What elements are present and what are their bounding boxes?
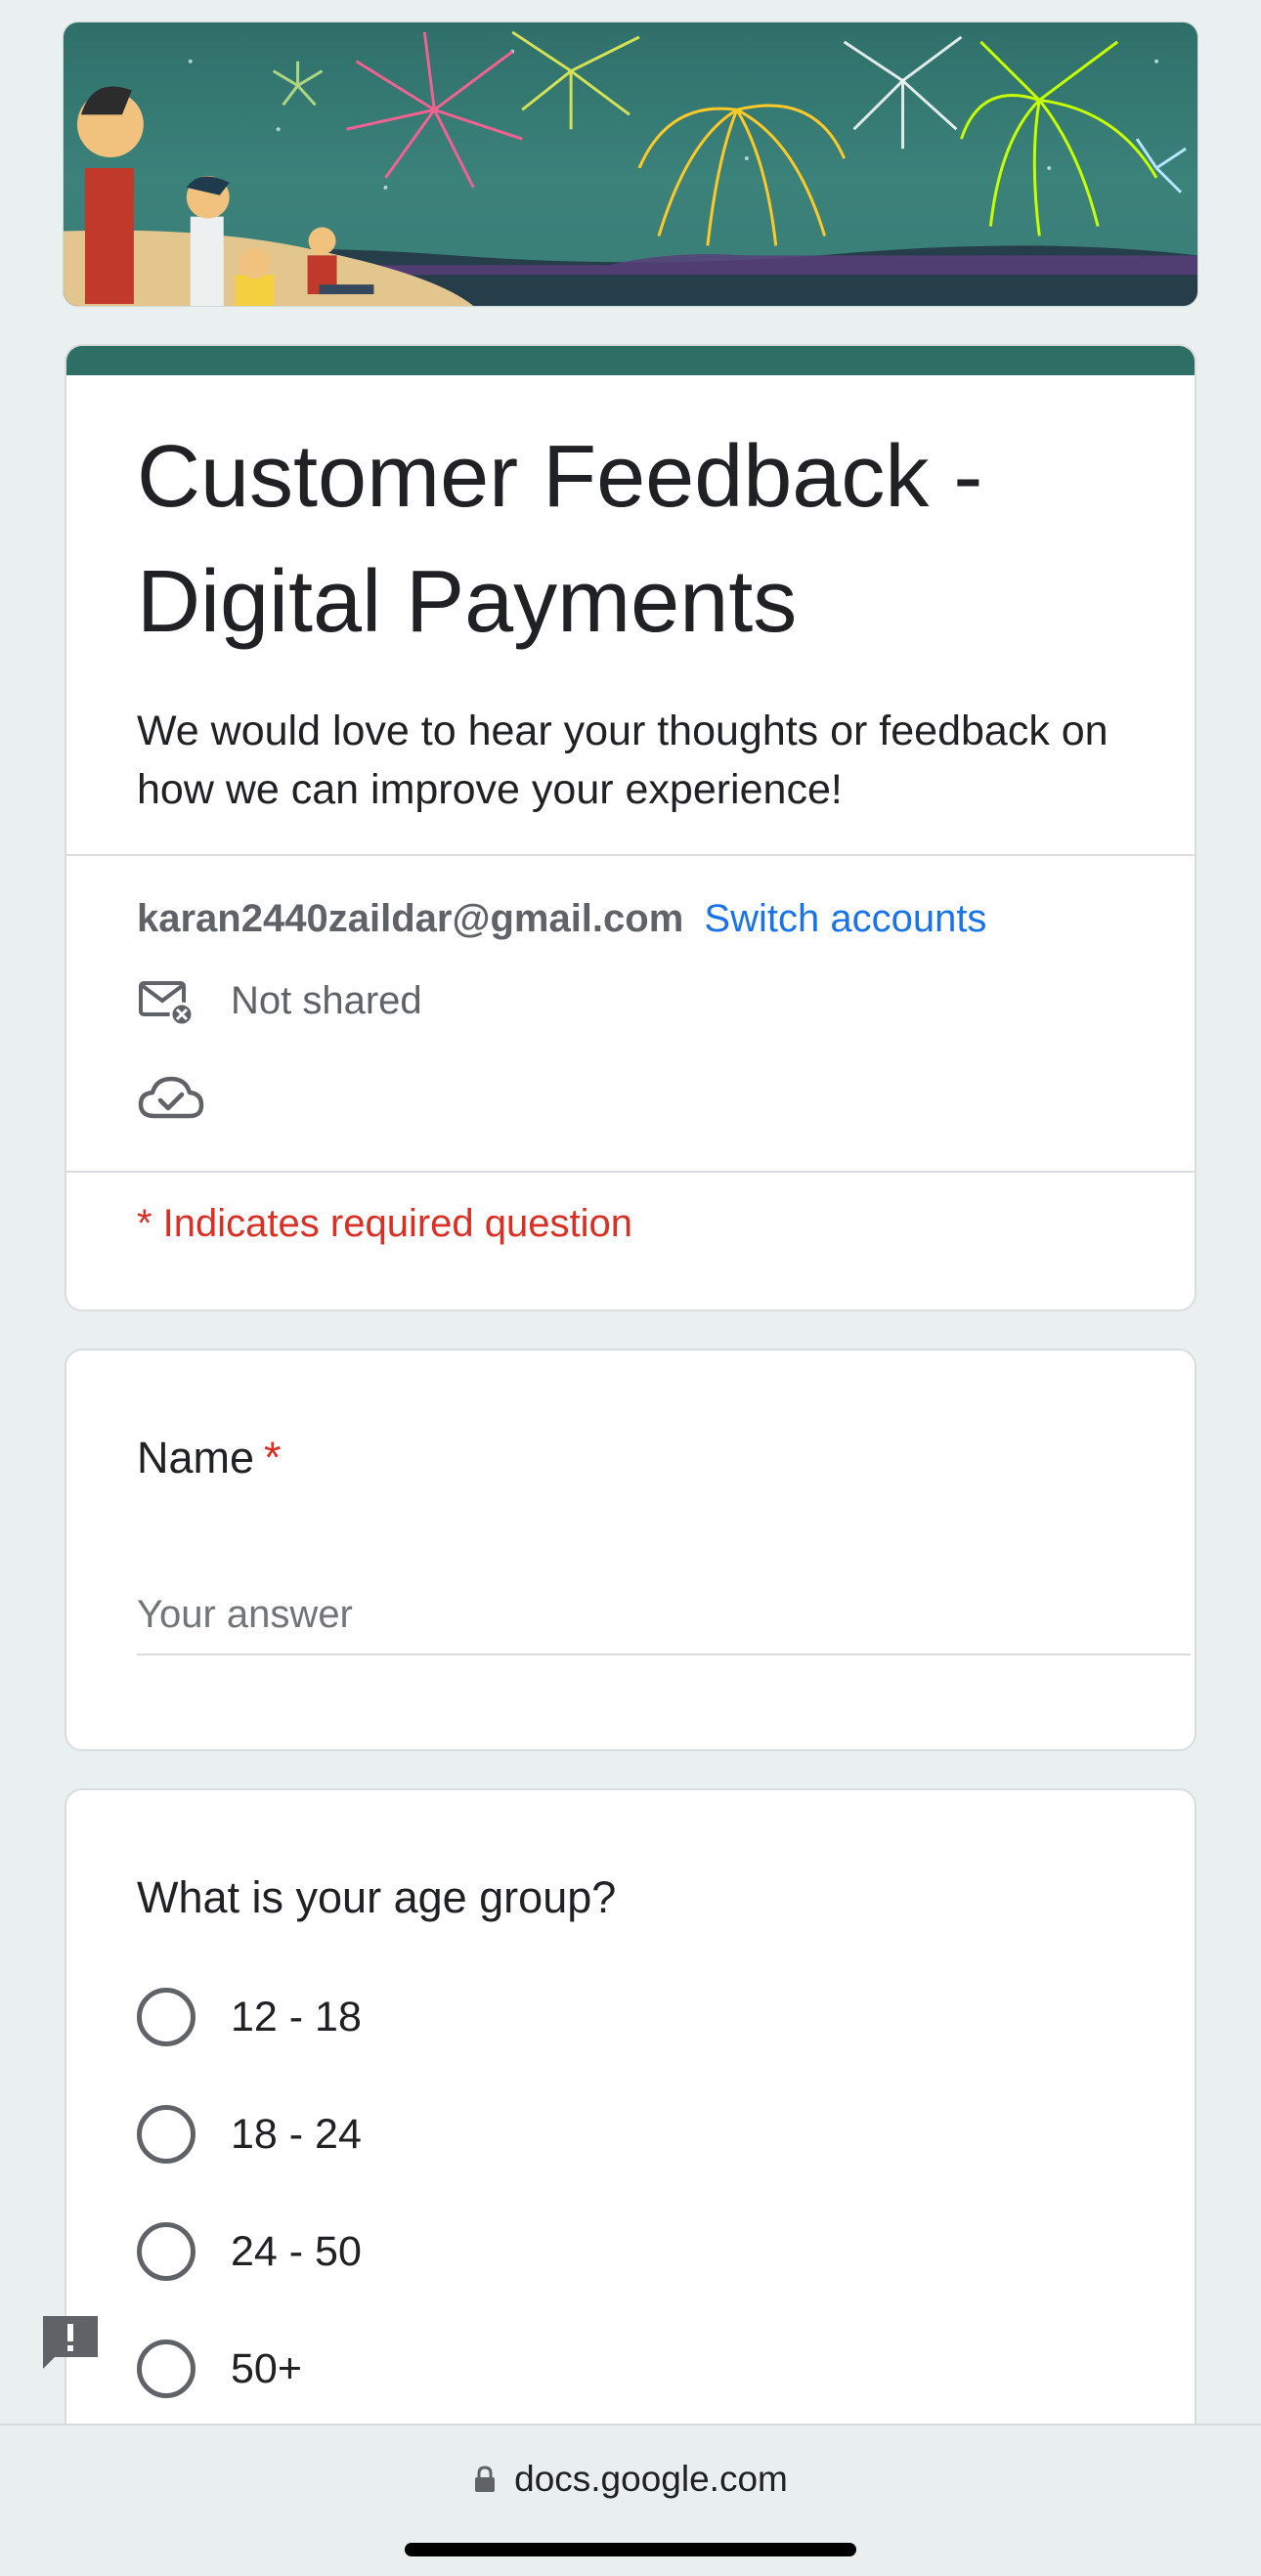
- radio-button[interactable]: [137, 2105, 196, 2164]
- question-title: What is your age group?: [137, 1872, 617, 1922]
- option-label: 50+: [231, 2344, 302, 2392]
- browser-address-bar[interactable]: docs.google.com: [0, 2424, 1261, 2576]
- lock-icon: [475, 2466, 496, 2492]
- header-banner-image: [63, 21, 1198, 307]
- account-info: karan2440zaildar@gmail.com Switch accoun…: [137, 893, 986, 944]
- form-page: Customer Feedback - Digital Payments We …: [0, 0, 1261, 2576]
- switch-accounts-link[interactable]: Switch accounts: [704, 897, 986, 940]
- radio-option[interactable]: 24 - 50: [137, 2220, 362, 2283]
- radio-option[interactable]: 50+: [137, 2338, 302, 2400]
- required-question-note: * Indicates required question: [137, 1202, 632, 1245]
- report-feedback-icon[interactable]: [39, 2312, 102, 2375]
- header-accent-bar: [66, 346, 1195, 375]
- form-description: We would love to hear your thoughts or f…: [137, 708, 1109, 813]
- radio-button[interactable]: [137, 2222, 196, 2281]
- question-card-name: Name *: [65, 1349, 1196, 1751]
- email-status-text: Not shared: [231, 978, 422, 1022]
- required-asterisk: *: [264, 1433, 282, 1482]
- option-label: 18 - 24: [231, 2110, 362, 2158]
- email-sharing-status: Not shared: [137, 971, 422, 1030]
- home-indicator[interactable]: [405, 2543, 856, 2556]
- cloud-check-icon: [138, 1076, 204, 1119]
- form-header-card: Customer Feedback - Digital Payments We …: [65, 344, 1196, 1311]
- question-label: Name: [137, 1433, 255, 1482]
- question-title: Name *: [137, 1429, 282, 1487]
- radio-button[interactable]: [137, 2340, 196, 2398]
- url-text: docs.google.com: [514, 2459, 788, 2499]
- option-label: 12 - 18: [231, 1993, 362, 2040]
- account-email: karan2440zaildar@gmail.com: [137, 897, 684, 940]
- radio-option[interactable]: 18 - 24: [137, 2103, 362, 2166]
- fireworks-illustration: [64, 30, 1197, 306]
- url-display[interactable]: docs.google.com: [0, 2459, 1261, 2500]
- mail-x-icon: [139, 981, 195, 1027]
- form-title: Customer Feedback - Digital Payments: [137, 428, 983, 651]
- divider: [66, 1171, 1195, 1173]
- radio-option[interactable]: 12 - 18: [137, 1986, 362, 2048]
- name-answer-input[interactable]: [137, 1575, 1191, 1655]
- option-label: 24 - 50: [231, 2227, 362, 2275]
- radio-button[interactable]: [137, 1988, 196, 2046]
- divider: [66, 854, 1195, 856]
